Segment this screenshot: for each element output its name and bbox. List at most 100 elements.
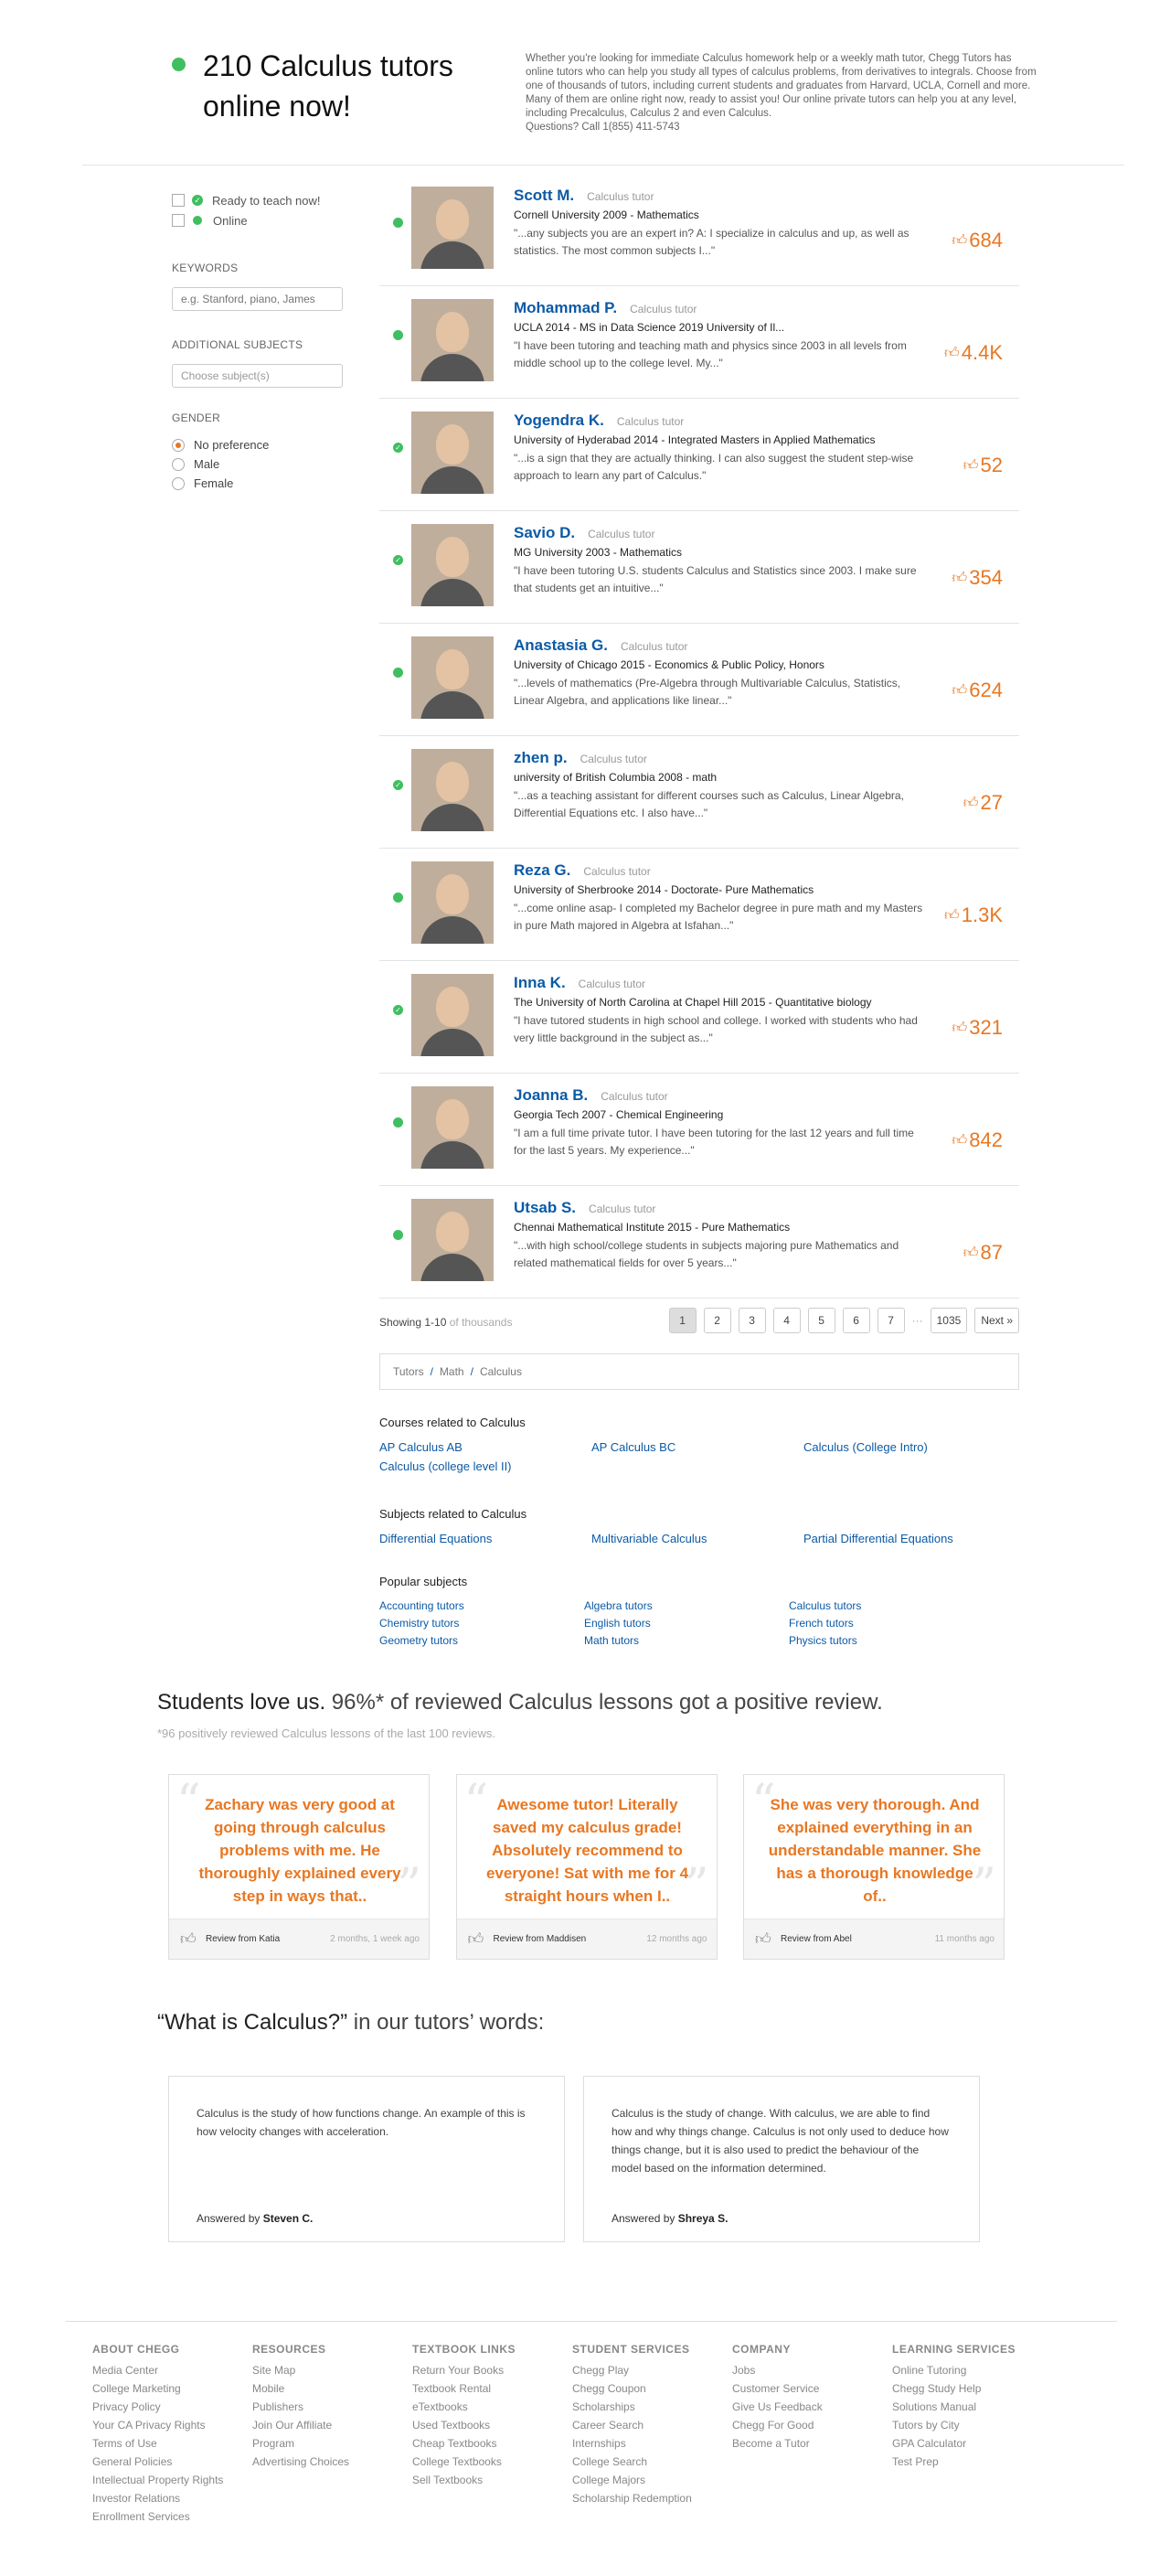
tutor-avatar[interactable] bbox=[411, 1086, 494, 1169]
breadcrumb-tutors[interactable]: Tutors bbox=[393, 1365, 424, 1378]
footer-link[interactable]: Investor Relations bbox=[92, 2489, 252, 2507]
breadcrumb-calculus[interactable]: Calculus bbox=[480, 1365, 522, 1378]
gender-option-male[interactable]: Male bbox=[172, 454, 355, 474]
footer-link[interactable]: Scholarships bbox=[572, 2398, 732, 2416]
footer-link[interactable]: eTextbooks bbox=[412, 2398, 572, 2416]
popular-subject-link[interactable]: Accounting tutors bbox=[379, 1599, 584, 1612]
tutor-card[interactable]: Scott M. Calculus tutor Cornell University… bbox=[379, 174, 1019, 286]
footer-link[interactable]: Chegg Play bbox=[572, 2361, 732, 2379]
popular-subject-link[interactable]: French tutors bbox=[789, 1617, 1019, 1630]
tutor-avatar[interactable] bbox=[411, 1199, 494, 1281]
page-button[interactable]: 3 bbox=[738, 1308, 766, 1333]
ready-checkbox[interactable] bbox=[172, 194, 185, 207]
footer-link[interactable]: GPA Calculator bbox=[892, 2434, 1052, 2453]
tutor-card[interactable]: Anastasia G. Calculus tutor University of … bbox=[379, 624, 1019, 736]
keywords-input[interactable] bbox=[172, 287, 343, 311]
tutor-name[interactable]: Inna K. Calculus tutor bbox=[514, 974, 645, 992]
related-subject-link[interactable]: Partial Differential Equations bbox=[803, 1532, 1019, 1545]
footer-link[interactable]: Internships bbox=[572, 2434, 732, 2453]
footer-link[interactable]: Online Tutoring bbox=[892, 2361, 1052, 2379]
online-filter[interactable]: Online bbox=[172, 210, 355, 230]
related-subject-link[interactable]: Multivariable Calculus bbox=[591, 1532, 803, 1545]
tutor-card[interactable]: ✓ Yogendra K. Calculus tutor University of … bbox=[379, 399, 1019, 511]
footer-link[interactable]: Media Center bbox=[92, 2361, 252, 2379]
radio-selected[interactable] bbox=[172, 438, 185, 452]
tutor-card[interactable]: Joanna B. Calculus tutor Georgia Tech 2007… bbox=[379, 1074, 1019, 1186]
tutor-avatar[interactable] bbox=[411, 412, 494, 494]
footer-link[interactable]: Enrollment Services bbox=[92, 2507, 252, 2526]
footer-link[interactable]: Privacy Policy bbox=[92, 2398, 252, 2416]
tutor-name[interactable]: Savio D. Calculus tutor bbox=[514, 524, 654, 542]
footer-link[interactable]: College Majors bbox=[572, 2471, 732, 2489]
footer-link[interactable]: Terms of Use bbox=[92, 2434, 252, 2453]
popular-subject-link[interactable]: Calculus tutors bbox=[789, 1599, 1019, 1612]
related-subject-link[interactable]: Differential Equations bbox=[379, 1532, 591, 1545]
footer-link[interactable]: Publishers bbox=[252, 2398, 412, 2416]
tutor-card[interactable]: Mohammad P. Calculus tutor UCLA 2014 - MS … bbox=[379, 286, 1019, 399]
next-page-button[interactable]: Next » bbox=[974, 1308, 1019, 1333]
related-course-link[interactable]: AP Calculus AB bbox=[379, 1440, 591, 1454]
footer-link[interactable]: Test Prep bbox=[892, 2453, 1052, 2471]
gender-option-female[interactable]: Female bbox=[172, 474, 355, 493]
footer-link[interactable]: Chegg For Good bbox=[732, 2416, 892, 2434]
page-button[interactable]: 6 bbox=[842, 1308, 870, 1333]
footer-link[interactable]: College Marketing bbox=[92, 2379, 252, 2398]
page-button-last[interactable]: 1035 bbox=[930, 1308, 968, 1333]
tutor-name[interactable]: zhen p. Calculus tutor bbox=[514, 749, 647, 767]
footer-link[interactable]: Solutions Manual bbox=[892, 2398, 1052, 2416]
popular-subject-link[interactable]: Math tutors bbox=[584, 1634, 789, 1647]
tutor-avatar[interactable] bbox=[411, 299, 494, 381]
footer-link[interactable]: Join Our Affiliate bbox=[252, 2416, 412, 2434]
ready-filter[interactable]: ✓ Ready to teach now! bbox=[172, 190, 355, 210]
tutor-card[interactable]: ✓ zhen p. Calculus tutor university of Brit… bbox=[379, 736, 1019, 849]
footer-link[interactable]: Become a Tutor bbox=[732, 2434, 892, 2453]
page-button[interactable]: 7 bbox=[877, 1308, 905, 1333]
footer-link[interactable]: General Policies bbox=[92, 2453, 252, 2471]
tutor-card[interactable]: ✓ Savio D. Calculus tutor MG University 200… bbox=[379, 511, 1019, 624]
tutor-avatar[interactable] bbox=[411, 524, 494, 606]
subjects-select[interactable]: Choose subject(s) bbox=[172, 364, 343, 388]
radio[interactable] bbox=[172, 476, 185, 490]
breadcrumb-math[interactable]: Math bbox=[440, 1365, 464, 1378]
popular-subject-link[interactable]: English tutors bbox=[584, 1617, 789, 1630]
footer-link[interactable]: Site Map bbox=[252, 2361, 412, 2379]
footer-link[interactable]: Customer Service bbox=[732, 2379, 892, 2398]
footer-link[interactable]: College Textbooks bbox=[412, 2453, 572, 2471]
tutor-name[interactable]: Scott M. Calculus tutor bbox=[514, 187, 654, 205]
tutor-avatar[interactable] bbox=[411, 974, 494, 1056]
tutor-name[interactable]: Anastasia G. Calculus tutor bbox=[514, 636, 687, 655]
related-course-link[interactable]: Calculus (College Intro) bbox=[803, 1440, 1019, 1454]
tutor-name[interactable]: Yogendra K. Calculus tutor bbox=[514, 412, 684, 430]
tutor-avatar[interactable] bbox=[411, 749, 494, 831]
footer-link[interactable]: Mobile bbox=[252, 2379, 412, 2398]
tutor-name[interactable]: Reza G. Calculus tutor bbox=[514, 861, 651, 880]
footer-link[interactable]: Chegg Coupon bbox=[572, 2379, 732, 2398]
page-button[interactable]: 2 bbox=[703, 1308, 731, 1333]
tutor-avatar[interactable] bbox=[411, 861, 494, 944]
popular-subject-link[interactable]: Geometry tutors bbox=[379, 1634, 584, 1647]
page-button[interactable]: 5 bbox=[807, 1308, 835, 1333]
footer-link[interactable]: Jobs bbox=[732, 2361, 892, 2379]
footer-link[interactable]: Used Textbooks bbox=[412, 2416, 572, 2434]
footer-link[interactable]: Give Us Feedback bbox=[732, 2398, 892, 2416]
footer-link[interactable]: Return Your Books bbox=[412, 2361, 572, 2379]
footer-link[interactable]: Sell Textbooks bbox=[412, 2471, 572, 2489]
footer-link[interactable]: Scholarship Redemption bbox=[572, 2489, 732, 2507]
footer-link[interactable]: Cheap Textbooks bbox=[412, 2434, 572, 2453]
tutor-card[interactable]: Utsab S. Calculus tutor Chennai Mathematic… bbox=[379, 1186, 1019, 1299]
footer-link[interactable]: Career Search bbox=[572, 2416, 732, 2434]
footer-link[interactable]: Chegg Study Help bbox=[892, 2379, 1052, 2398]
footer-link[interactable]: Your CA Privacy Rights bbox=[92, 2416, 252, 2434]
page-button[interactable]: 4 bbox=[772, 1308, 801, 1333]
tutor-name[interactable]: Mohammad P. Calculus tutor bbox=[514, 299, 697, 317]
tutor-card[interactable]: ✓ Inna K. Calculus tutor The University of … bbox=[379, 961, 1019, 1074]
footer-link[interactable]: Advertising Choices bbox=[252, 2453, 412, 2471]
tutor-name[interactable]: Utsab S. Calculus tutor bbox=[514, 1199, 655, 1217]
related-course-link[interactable]: Calculus (college level II) bbox=[379, 1459, 591, 1473]
tutor-name[interactable]: Joanna B. Calculus tutor bbox=[514, 1086, 668, 1105]
tutor-avatar[interactable] bbox=[411, 636, 494, 719]
radio[interactable] bbox=[172, 457, 185, 471]
footer-link[interactable]: College Search bbox=[572, 2453, 732, 2471]
footer-link[interactable]: Tutors by City bbox=[892, 2416, 1052, 2434]
tutor-card[interactable]: Reza G. Calculus tutor University of Sherb… bbox=[379, 849, 1019, 961]
